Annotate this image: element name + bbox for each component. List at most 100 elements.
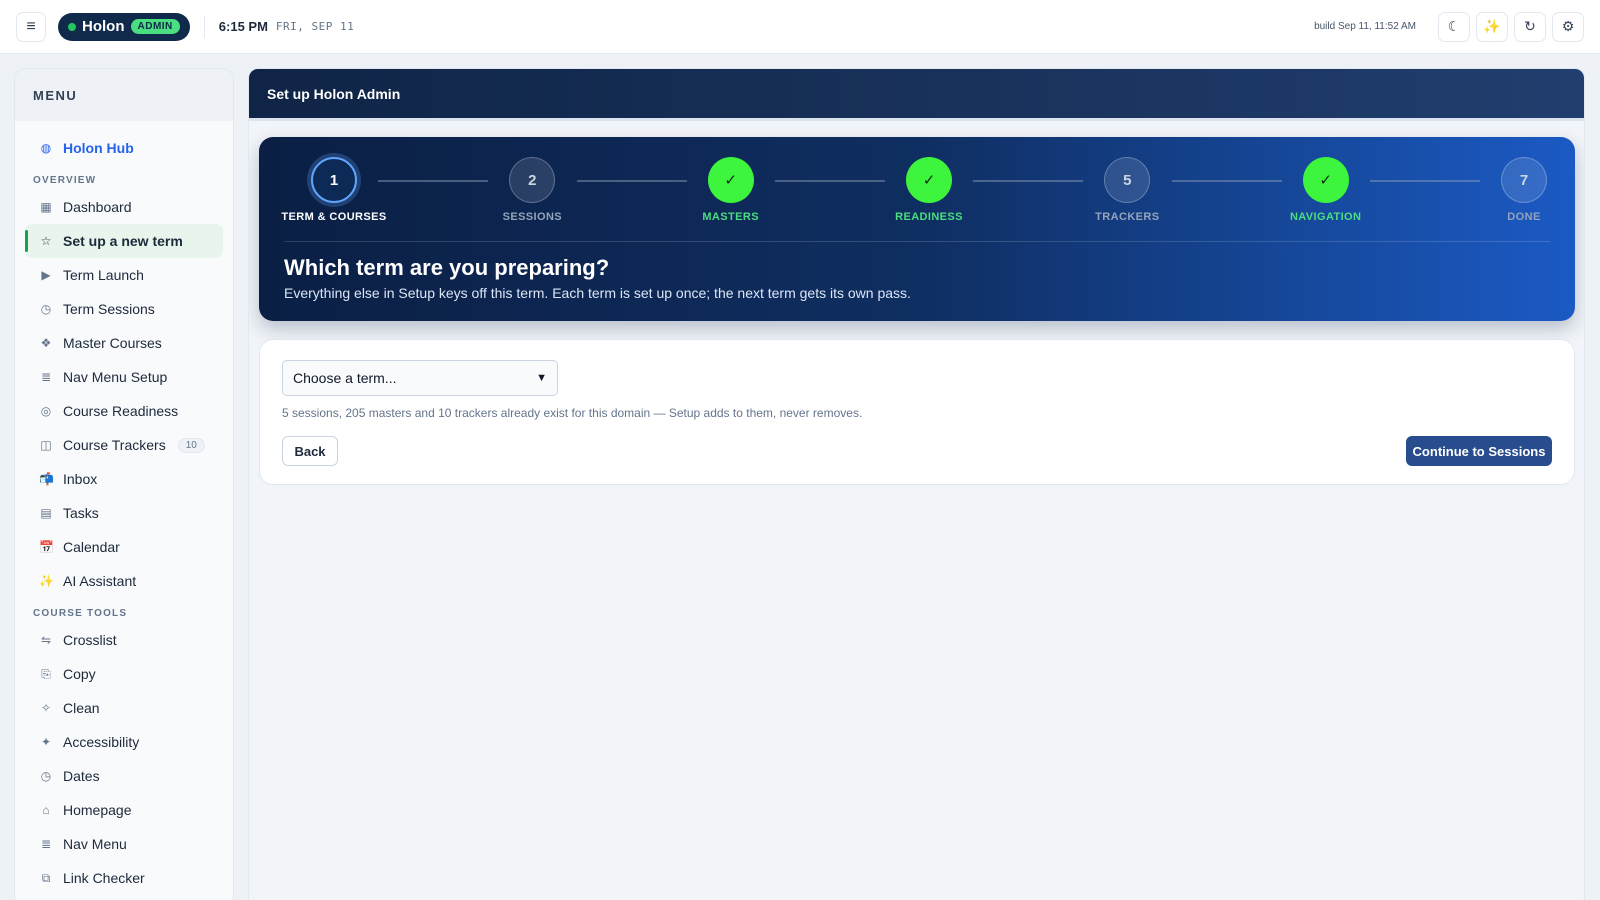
term-select[interactable]: Choose a term... ▼ [282, 360, 558, 396]
sidebar-item-label: Link Checker [63, 870, 145, 886]
sidebar-item-icon: 📅 [39, 540, 54, 554]
sidebar-item-label: Course Trackers [63, 437, 166, 453]
sidebar-item-label: Accessibility [63, 734, 140, 750]
sidebar-item-label: Nav Menu Setup [63, 369, 168, 385]
sidebar-item-label: Clean [63, 700, 100, 716]
sidebar-item-icon: ☆ [40, 234, 52, 248]
step-4[interactable]: ✓ READINESS [869, 157, 989, 223]
sidebar-section-label: OVERVIEW [33, 175, 97, 186]
step-label: READINESS [895, 211, 963, 223]
sidebar-item-icon: ◷ [40, 302, 52, 316]
sidebar-item-tasks[interactable]: ▤ Tasks [25, 496, 223, 530]
sidebar-item-link-checker[interactable]: ⧉ Link Checker [25, 861, 223, 895]
build-info: build Sep 11, 11:52 AM [1314, 21, 1416, 32]
sidebar-item-set-up-a-new-term[interactable]: ☆ Set up a new term [25, 224, 223, 258]
sidebar-item-inbox[interactable]: 📬 Inbox [25, 462, 223, 496]
sidebar-item-icon: ⌂ [42, 803, 50, 817]
sidebar-item-label: Term Launch [63, 267, 144, 283]
sidebar-item-accessibility[interactable]: ✦ Accessibility [25, 725, 223, 759]
sidebar-item-label: Holon Hub [63, 140, 134, 156]
sidebar-item-icon: ⧉ [41, 870, 51, 885]
sidebar-item-clean[interactable]: ✧ Clean [25, 691, 223, 725]
refresh-icon[interactable]: ↻ [1514, 11, 1546, 42]
sidebar: MENU ◍ Holon Hub OVERVIEW ▦ Dashboard ☆ Set … [14, 68, 234, 900]
sidebar-item-icon: 📬 [39, 472, 54, 486]
sidebar-item-copy[interactable]: ⎘ Copy [25, 657, 223, 691]
sidebar-item-icon: ≣ [40, 837, 52, 851]
step-label: TERM & COURSES [281, 211, 387, 223]
sidebar-item-icon: ❖ [40, 336, 52, 350]
gear-icon[interactable]: ⚙ [1552, 11, 1584, 42]
count-badge: 10 [177, 437, 205, 453]
step-label: MASTERS [702, 211, 759, 223]
sidebar-item-label: Dashboard [63, 199, 132, 215]
step-number: 7 [1501, 157, 1547, 203]
sidebar-item-crosslist[interactable]: ⇋ Crosslist [25, 623, 223, 657]
sidebar-item-homepage[interactable]: ⌂ Homepage [25, 793, 223, 827]
sidebar-item-label: Course Readiness [63, 403, 179, 419]
clock-date: FRI, SEP 11 [275, 20, 355, 33]
sidebar-item-label: Nav Menu [63, 836, 127, 852]
step-label: NAVIGATION [1289, 211, 1362, 223]
chevron-down-icon: ▼ [536, 372, 547, 384]
sidebar-item-icon: ⎘ [41, 666, 51, 681]
step-3[interactable]: ✓ MASTERS [671, 157, 791, 223]
step-5[interactable]: 5 TRACKERS [1067, 157, 1187, 223]
hamburger-menu-icon[interactable]: ≡ [16, 11, 46, 42]
step-2[interactable]: 2 SESSIONS [472, 157, 592, 223]
sidebar-item-icon: ▶ [41, 268, 51, 282]
brand-pill[interactable]: Holon ADMIN [58, 12, 190, 41]
page-title: Set up Holon Admin [249, 69, 1584, 121]
sidebar-item-icon: ✨ [39, 574, 54, 588]
step-number: 2 [509, 157, 556, 203]
sidebar-item-term-sessions[interactable]: ◷ Term Sessions [25, 292, 223, 326]
checkmark-icon: ✓ [707, 157, 754, 203]
setup-hero: 1 TERM & COURSES 2 SESSIONS ✓ MASTERS ✓ READINE… [259, 137, 1575, 321]
clock-time: 6:15 PM [218, 19, 268, 34]
topbar-divider [203, 15, 205, 38]
main-panel: Set up Holon Admin 1 TERM & COURSES 2 SESSI… [248, 68, 1585, 900]
checkmark-icon: ✓ [1302, 157, 1349, 203]
sidebar-item-label: Copy [63, 666, 96, 682]
back-button[interactable]: Back [282, 436, 338, 466]
step-label: TRACKERS [1095, 211, 1160, 223]
setup-stepper: 1 TERM & COURSES 2 SESSIONS ✓ MASTERS ✓ READINE… [281, 157, 1550, 227]
sidebar-item-calendar[interactable]: 📅 Calendar [25, 530, 223, 564]
sidebar-item-master-courses[interactable]: ❖ Master Courses [25, 326, 223, 360]
step-1[interactable]: 1 TERM & COURSES [274, 157, 394, 223]
sparkles-icon[interactable]: ✨ [1476, 11, 1508, 42]
continue-button[interactable]: Continue to Sessions [1406, 436, 1552, 466]
step-7[interactable]: 7 DONE [1464, 157, 1584, 223]
brand-name: Holon [82, 18, 125, 35]
sidebar-item-dashboard[interactable]: ▦ Dashboard [25, 190, 223, 224]
sidebar-item-label: Dates [63, 768, 100, 784]
hero-divider [284, 241, 1550, 242]
sidebar-item-holon-hub[interactable]: ◍ Holon Hub [25, 131, 223, 165]
moon-icon[interactable]: ☾ [1438, 11, 1470, 42]
sidebar-item-term-launch[interactable]: ▶ Term Launch [25, 258, 223, 292]
sidebar-item-icon: ▦ [40, 200, 52, 214]
sidebar-item-icon: ◫ [40, 438, 52, 452]
sidebar-item-label: Crosslist [63, 632, 117, 648]
sidebar-item-icon: ≣ [40, 370, 52, 384]
sidebar-item-label: Master Courses [63, 335, 162, 351]
sidebar-item-ai-assistant[interactable]: ✨ AI Assistant [25, 564, 223, 598]
hub-icon: ◍ [40, 141, 52, 155]
admin-badge: ADMIN [130, 19, 180, 34]
sidebar-title: MENU [15, 69, 233, 121]
sidebar-item-nav-menu-setup[interactable]: ≣ Nav Menu Setup [25, 360, 223, 394]
sidebar-item-icon: ◷ [40, 769, 52, 783]
sidebar-item-nav-menu[interactable]: ≣ Nav Menu [25, 827, 223, 861]
sidebar-item-dates[interactable]: ◷ Dates [25, 759, 223, 793]
sidebar-item-course-readiness[interactable]: ◎ Course Readiness [25, 394, 223, 428]
step-6[interactable]: ✓ NAVIGATION [1266, 157, 1386, 223]
status-dot-icon [68, 22, 76, 31]
sidebar-item-course-trackers[interactable]: ◫ Course Trackers 10 [25, 428, 223, 462]
sidebar-item-label: Set up a new term [63, 233, 183, 249]
sidebar-nav: ◍ Holon Hub OVERVIEW ▦ Dashboard ☆ Set up a … [15, 121, 233, 900]
sidebar-item-icon: ✧ [40, 701, 52, 715]
term-select-value: Choose a term... [293, 370, 397, 386]
sidebar-item-label: Tasks [63, 505, 99, 521]
step-number: 1 [311, 157, 357, 203]
checkmark-icon: ✓ [906, 157, 952, 203]
